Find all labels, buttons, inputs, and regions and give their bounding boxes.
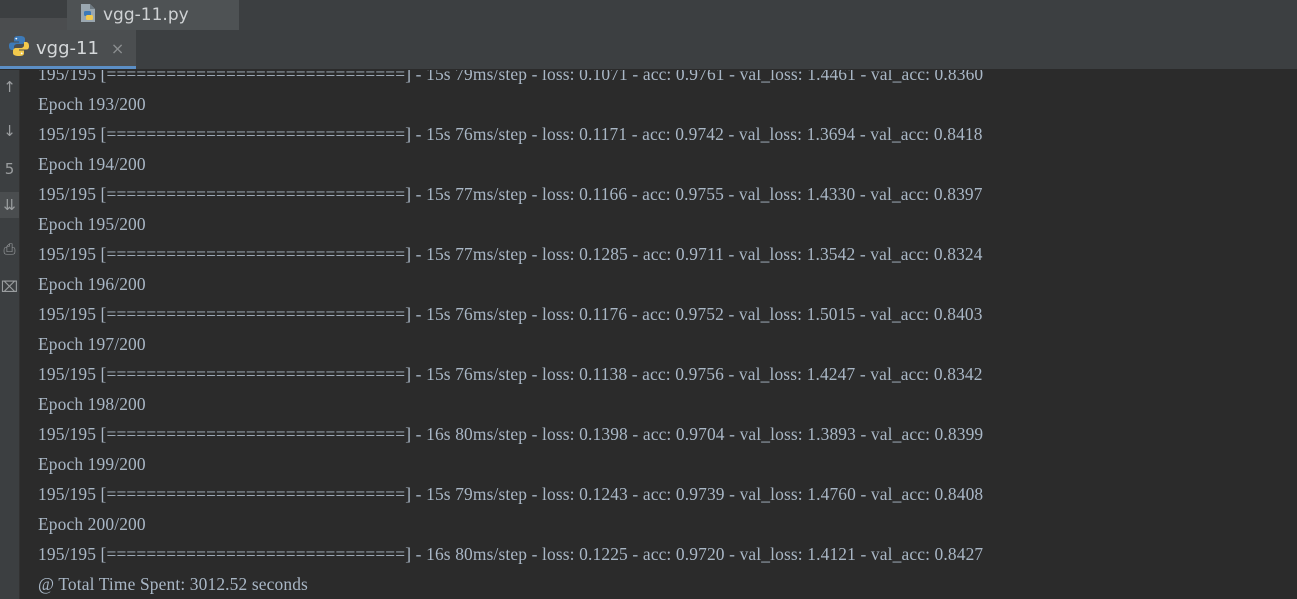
- rerun-icon[interactable]: 5: [0, 156, 19, 182]
- up-arrow-icon[interactable]: ↑: [0, 74, 19, 100]
- console-epoch-line: Epoch 195/200: [38, 214, 146, 234]
- console-progress-line: 195/195 [==============================]…: [38, 364, 983, 384]
- console-progress-line: 195/195 [==============================]…: [38, 124, 983, 144]
- print-icon[interactable]: ⎙: [0, 236, 19, 262]
- down-arrow-icon[interactable]: ↓: [0, 118, 19, 144]
- console-epoch-line: Epoch 196/200: [38, 274, 146, 294]
- python-run-icon: [8, 35, 30, 61]
- run-tab-vgg-11[interactable]: vgg-11 ×: [0, 30, 136, 69]
- close-icon[interactable]: ×: [111, 39, 124, 58]
- console-epoch-line: Epoch 198/200: [38, 394, 146, 414]
- console-epoch-line: Epoch 200/200: [38, 514, 146, 534]
- run-console-output[interactable]: 195/195 [==============================]…: [20, 59, 1297, 599]
- console-epoch-line: Epoch 194/200: [38, 154, 146, 174]
- editor-tab-vgg-11-py[interactable]: vgg-11.py: [67, 0, 239, 30]
- editor-tab-label: vgg-11.py: [103, 5, 189, 25]
- console-epoch-line: Epoch 197/200: [38, 334, 146, 354]
- editor-tab-bar-spacer: [0, 18, 67, 30]
- console-summary-line: @ Total Time Spent: 3012.52 seconds: [38, 574, 308, 594]
- console-epoch-line: Epoch 199/200: [38, 454, 146, 474]
- run-tab-label: vgg-11: [36, 37, 99, 59]
- console-progress-line: 195/195 [==============================]…: [38, 484, 984, 504]
- scroll-to-end-icon[interactable]: ⇊: [0, 192, 19, 218]
- ide-window: 195/195 [==============================]…: [0, 0, 1297, 599]
- python-file-icon: [79, 3, 97, 27]
- editor-tab-bar: vgg-11.py: [0, 0, 1297, 31]
- console-progress-line: 195/195 [==============================]…: [38, 184, 983, 204]
- trash-icon[interactable]: ⌧: [0, 274, 19, 300]
- console-progress-line: 195/195 [==============================]…: [38, 304, 983, 324]
- console-epoch-line: Epoch 193/200: [38, 94, 146, 114]
- run-toolbar-gutter: ↑ ↓ 5 ⇊ ⎙ ⌧: [0, 70, 20, 599]
- console-progress-line: 195/195 [==============================]…: [38, 544, 984, 564]
- run-tab-bar: vgg-11 ×: [0, 30, 1297, 70]
- console-progress-line: 195/195 [==============================]…: [38, 244, 983, 264]
- console-progress-line: 195/195 [==============================]…: [38, 424, 984, 444]
